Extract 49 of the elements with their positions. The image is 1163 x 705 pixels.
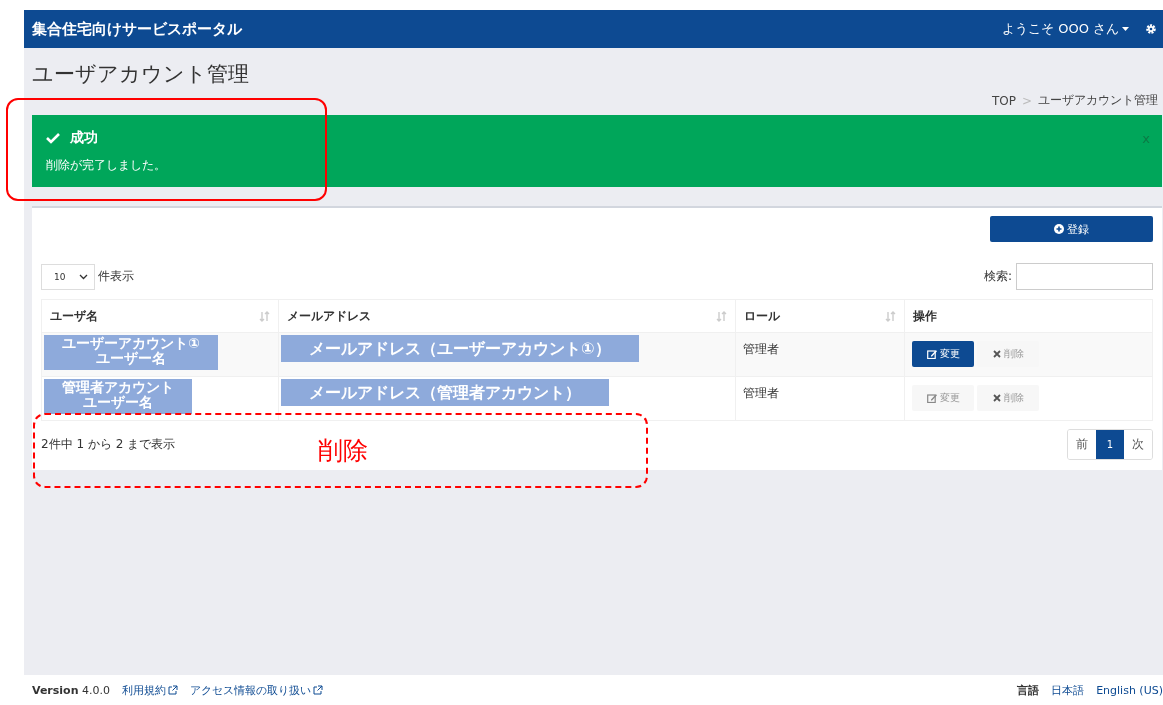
redaction-text: メールアドレス（管理者アカウント） — [309, 385, 581, 400]
page-title: ユーザアカウント管理 — [32, 61, 250, 88]
external-link-icon — [313, 685, 323, 695]
column-header[interactable]: ロール — [735, 299, 905, 333]
close-icon — [992, 394, 1001, 402]
chevron-down-icon — [79, 273, 88, 280]
settings-icon — [1145, 23, 1157, 35]
plus-circle-icon — [1054, 224, 1064, 234]
redaction-text: メールアドレス（ユーザーアカウント①） — [309, 341, 611, 356]
footer-link[interactable]: アクセス情報の取り扱い — [190, 682, 323, 698]
version-text: Version 4.0.0 — [32, 683, 110, 697]
edit-icon — [926, 393, 937, 403]
register-button[interactable]: 登録 — [990, 216, 1153, 242]
column-header[interactable]: メールアドレス — [278, 299, 736, 333]
breadcrumb-item: ユーザアカウント管理 — [1038, 92, 1158, 109]
sort-icon — [259, 310, 270, 322]
annotation-label: 削除 — [318, 438, 368, 463]
language-label: 言語 — [1017, 682, 1040, 698]
edit-icon — [926, 349, 937, 359]
table-info: 2件中 1 から 2 まで表示 — [41, 436, 176, 453]
edit-button[interactable]: 変更 — [912, 341, 974, 367]
page-button[interactable]: 1 — [1096, 430, 1124, 459]
page-size-label: 件表示 — [98, 268, 134, 285]
breadcrumb-item[interactable]: TOP — [991, 93, 1016, 108]
redaction-text: 管理者アカウント — [62, 380, 174, 395]
user-menu[interactable]: ようこそ OOO さん — [1002, 20, 1129, 38]
language-link[interactable]: 日本語 — [1051, 682, 1085, 698]
search-field[interactable] — [1016, 263, 1153, 290]
breadcrumb-separator: > — [1021, 93, 1032, 108]
footer-link[interactable]: 利用規約 — [122, 682, 178, 698]
column-header: 操作 — [904, 299, 1153, 333]
search-label: 検索: — [983, 268, 1012, 285]
alert-title: 成功 — [70, 129, 98, 147]
sort-icon — [885, 310, 896, 322]
page-size-select[interactable]: 10 — [41, 263, 95, 290]
check-icon — [46, 132, 60, 144]
sort-icon — [716, 310, 727, 322]
table-cell: 管理者 — [743, 386, 779, 400]
column-header[interactable]: ユーザ名 — [41, 299, 279, 333]
language-link[interactable]: English (US) — [1096, 683, 1163, 697]
external-link-icon — [168, 685, 178, 695]
close-icon — [992, 350, 1001, 358]
table-cell: 管理者 — [743, 342, 779, 356]
alert-message: 削除が完了しました。 — [46, 157, 167, 174]
redaction-text: ユーザー名 — [95, 351, 167, 366]
caret-icon — [1122, 27, 1129, 31]
app-title: 集合住宅向けサービスポータル — [32, 19, 243, 39]
redaction-text: ユーザー名 — [82, 395, 154, 410]
redaction-text: ユーザーアカウント① — [62, 336, 200, 351]
